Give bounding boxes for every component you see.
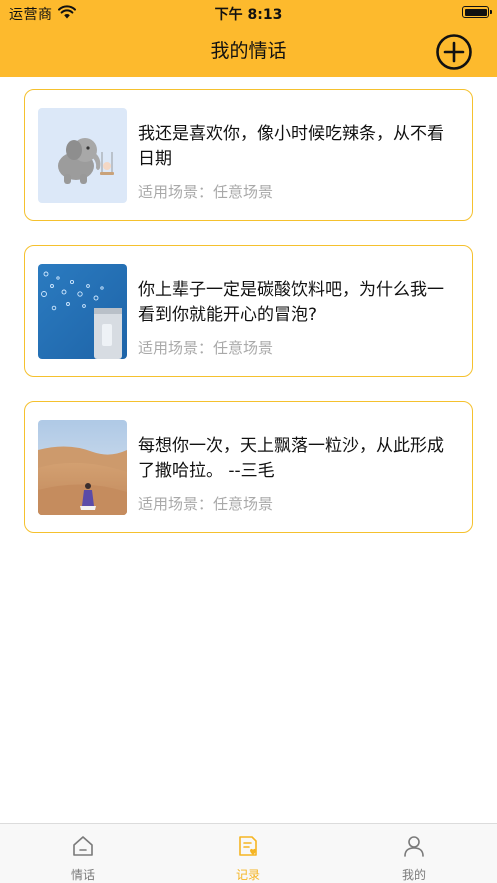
- home-icon: [73, 836, 93, 856]
- plus-circle-icon[interactable]: [435, 33, 473, 71]
- tab-label: 情话: [70, 868, 95, 882]
- page-title: 我的情话: [210, 40, 287, 62]
- bubbles-photo: [38, 264, 127, 359]
- status-time: 下午 8:13: [214, 7, 283, 23]
- tab-label: 我的: [401, 868, 426, 882]
- card-scene-label: 适用场景：任意场景: [138, 339, 274, 357]
- card-text: 每想你一次，天上飘落一粒沙，从此形成了撒哈拉。 --三毛: [138, 436, 444, 481]
- notes-icon: [239, 836, 257, 856]
- card-scene-label: 适用场景：任意场景: [138, 495, 274, 513]
- card-scene-label: 适用场景：任意场景: [138, 183, 274, 201]
- card-list: 我还是喜欢你，像小时候吃辣条，从不看日期 适用场景：任意场景 你上辈子一定是碳酸…: [24, 89, 473, 557]
- app-screen: 运营商 下午 8:13 我的情话 我还是喜欢你，像小时候吃辣条，从不看日期 适用…: [0, 0, 497, 883]
- tab-bar: 情话 记录 我的: [0, 823, 497, 883]
- battery-icon: [462, 6, 492, 18]
- desert-photo: [38, 420, 127, 515]
- user-icon: [404, 836, 424, 857]
- card-item[interactable]: 每想你一次，天上飘落一粒沙，从此形成了撒哈拉。 --三毛 适用场景：任意场景: [24, 401, 473, 533]
- tab-label: 记录: [235, 868, 260, 882]
- card-text: 你上辈子一定是碳酸饮料吧，为什么我一看到你就能开心的冒泡?: [138, 280, 444, 325]
- tab-home[interactable]: 情话: [23, 824, 143, 883]
- card-text: 我还是喜欢你，像小时候吃辣条，从不看日期: [138, 124, 444, 169]
- card-item[interactable]: 你上辈子一定是碳酸饮料吧，为什么我一看到你就能开心的冒泡? 适用场景：任意场景: [24, 245, 473, 377]
- tab-profile[interactable]: 我的: [354, 824, 474, 883]
- header-bar: 运营商 下午 8:13 我的情话: [0, 0, 497, 77]
- card-item[interactable]: 我还是喜欢你，像小时候吃辣条，从不看日期 适用场景：任意场景: [24, 89, 473, 221]
- tab-records[interactable]: 记录: [188, 824, 308, 883]
- status-bar: 运营商 下午 8:13: [0, 0, 497, 26]
- elephant-illustration: [38, 108, 127, 203]
